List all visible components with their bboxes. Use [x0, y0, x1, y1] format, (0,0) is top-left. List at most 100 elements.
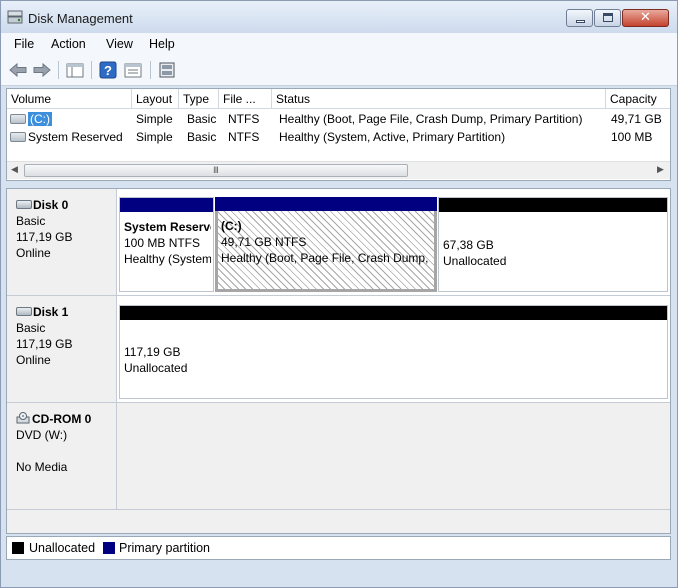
disk-graphical-view: Disk 0 Basic 117,19 GB Online System Res…: [6, 188, 671, 534]
svg-text:?: ?: [104, 63, 112, 78]
disk-name: Disk 1: [33, 305, 69, 319]
column-status[interactable]: Status: [272, 89, 606, 109]
console-tree-icon[interactable]: [65, 60, 85, 80]
menu-file[interactable]: File: [14, 37, 34, 51]
cd-rom-empty-area: [117, 403, 670, 509]
disk-name: Disk 0: [33, 198, 69, 212]
close-icon: ✕: [640, 10, 651, 25]
partition-system-reserved[interactable]: System Reserved 100 MB NTFS Healthy (Sys…: [119, 197, 214, 292]
cell-layout: Simple: [136, 130, 173, 144]
legend-primary-partition: Primary partition: [119, 541, 210, 555]
maximize-icon: [603, 13, 613, 22]
partition-status: Unallocated: [124, 361, 188, 375]
disk-state: No Media: [16, 460, 68, 474]
rescan-disks-icon[interactable]: [157, 60, 177, 80]
volume-icon: [10, 132, 26, 142]
column-type[interactable]: Type: [179, 89, 219, 109]
partition-status: Unallocated: [443, 254, 507, 268]
partition-title: System Reserved: [124, 220, 211, 234]
volume-icon: [10, 114, 26, 124]
disk-kind: DVD (W:): [16, 428, 68, 442]
legend-swatch-primary: [103, 542, 115, 554]
disk-row-cd-rom-0: CD-ROM 0 DVD (W:) No Media: [7, 403, 670, 510]
disk-state: Online: [16, 246, 51, 260]
disk-row-disk-1: Disk 1 Basic 117,19 GB Online 117,19 GB …: [7, 296, 670, 403]
disk-label[interactable]: Disk 0 Basic 117,19 GB Online: [7, 189, 117, 295]
column-volume[interactable]: Volume: [7, 89, 132, 109]
horizontal-scrollbar[interactable]: ◀ III ▶: [7, 161, 670, 179]
cell-status: Healthy (Boot, Page File, Crash Dump, Pr…: [279, 112, 583, 126]
disk-kind: Basic: [16, 321, 46, 335]
help-icon[interactable]: ?: [98, 60, 118, 80]
disk-state: Online: [16, 353, 51, 367]
properties-icon[interactable]: [123, 60, 143, 80]
disk-kind: Basic: [16, 214, 46, 228]
disk-name: CD-ROM 0: [32, 412, 92, 426]
menu-view[interactable]: View: [106, 37, 133, 51]
toolbar: ?: [1, 55, 677, 86]
cell-type: Basic: [187, 112, 217, 126]
partition-unallocated[interactable]: 117,19 GB Unallocated: [119, 305, 668, 399]
column-layout[interactable]: Layout: [132, 89, 179, 109]
forward-arrow-icon[interactable]: [32, 60, 52, 80]
cell-file-system: NTFS: [228, 112, 260, 126]
title-bar[interactable]: Disk Management ✕: [1, 1, 677, 33]
disk-label[interactable]: CD-ROM 0 DVD (W:) No Media: [7, 403, 117, 509]
menu-action[interactable]: Action: [51, 37, 86, 51]
disk-size: 117,19 GB: [16, 337, 73, 351]
partition-type-bar: [120, 198, 213, 212]
cell-capacity: 49,71 GB: [611, 112, 662, 126]
back-arrow-icon[interactable]: [8, 60, 28, 80]
partition-size: 117,19 GB: [124, 345, 181, 359]
disk-row-disk-0: Disk 0 Basic 117,19 GB Online System Res…: [7, 189, 670, 296]
cell-file-system: NTFS: [228, 130, 260, 144]
partition-title: (C:): [221, 219, 242, 233]
legend-swatch-unallocated: [12, 542, 24, 554]
legend: Unallocated Primary partition: [6, 536, 671, 560]
cell-layout: Simple: [136, 112, 173, 126]
disk-size: 117,19 GB: [16, 230, 73, 244]
cell-type: Basic: [187, 130, 217, 144]
scrollbar-grip: III: [213, 166, 219, 176]
cd-rom-icon: [16, 412, 30, 424]
menu-bar: File Action View Help: [1, 33, 677, 56]
status-bar: [1, 563, 677, 587]
partition-type-bar: [215, 197, 437, 211]
partition-status: Healthy (Boot, Page File, Crash Dump, Pr…: [221, 251, 432, 265]
column-file-system[interactable]: File ...: [219, 89, 272, 109]
scroll-right-icon[interactable]: ▶: [657, 165, 664, 175]
scrollbar-thumb[interactable]: III: [24, 164, 408, 177]
disk-management-app-icon: [7, 10, 23, 24]
table-row-volume[interactable]: System Reserved: [10, 130, 132, 148]
partition-unallocated[interactable]: 67,38 GB Unallocated: [438, 197, 668, 292]
volume-list[interactable]: Volume Layout Type File ... Status Capac…: [6, 88, 671, 181]
partition-c-drive[interactable]: (C:) 49,71 GB NTFS Healthy (Boot, Page F…: [215, 197, 437, 292]
partition-size: 100 MB NTFS: [124, 236, 201, 250]
menu-help[interactable]: Help: [149, 37, 175, 51]
partition-size: 49,71 GB NTFS: [221, 235, 307, 249]
cell-capacity: 100 MB: [611, 130, 653, 144]
column-capacity[interactable]: Capacity: [606, 89, 670, 109]
window-title: Disk Management: [28, 11, 133, 26]
partition-size: 67,38 GB: [443, 238, 494, 252]
minimize-icon: [576, 20, 585, 23]
legend-unallocated: Unallocated: [29, 541, 96, 555]
table-row-volume[interactable]: (C:): [10, 112, 132, 130]
hard-disk-icon: [16, 307, 32, 316]
minimize-button[interactable]: [566, 9, 593, 27]
partition-status: Healthy (System, Active, Primary Partiti…: [124, 252, 211, 266]
partition-type-bar: [439, 198, 667, 212]
disk-label[interactable]: Disk 1 Basic 117,19 GB Online: [7, 296, 117, 402]
close-button[interactable]: ✕: [622, 9, 669, 27]
scroll-left-icon[interactable]: ◀: [11, 165, 18, 175]
disk-size-empty: [16, 443, 116, 459]
maximize-button[interactable]: [594, 9, 621, 27]
cell-status: Healthy (System, Active, Primary Partiti…: [279, 130, 506, 144]
toolbar-separator: [91, 61, 92, 79]
hard-disk-icon: [16, 200, 32, 209]
disk-view-empty-space: [7, 510, 670, 533]
volume-name[interactable]: (C:): [28, 112, 52, 126]
toolbar-separator: [150, 61, 151, 79]
volume-name[interactable]: System Reserved: [28, 130, 123, 144]
disk-management-window: Disk Management ✕ File Action View Help …: [0, 0, 678, 588]
